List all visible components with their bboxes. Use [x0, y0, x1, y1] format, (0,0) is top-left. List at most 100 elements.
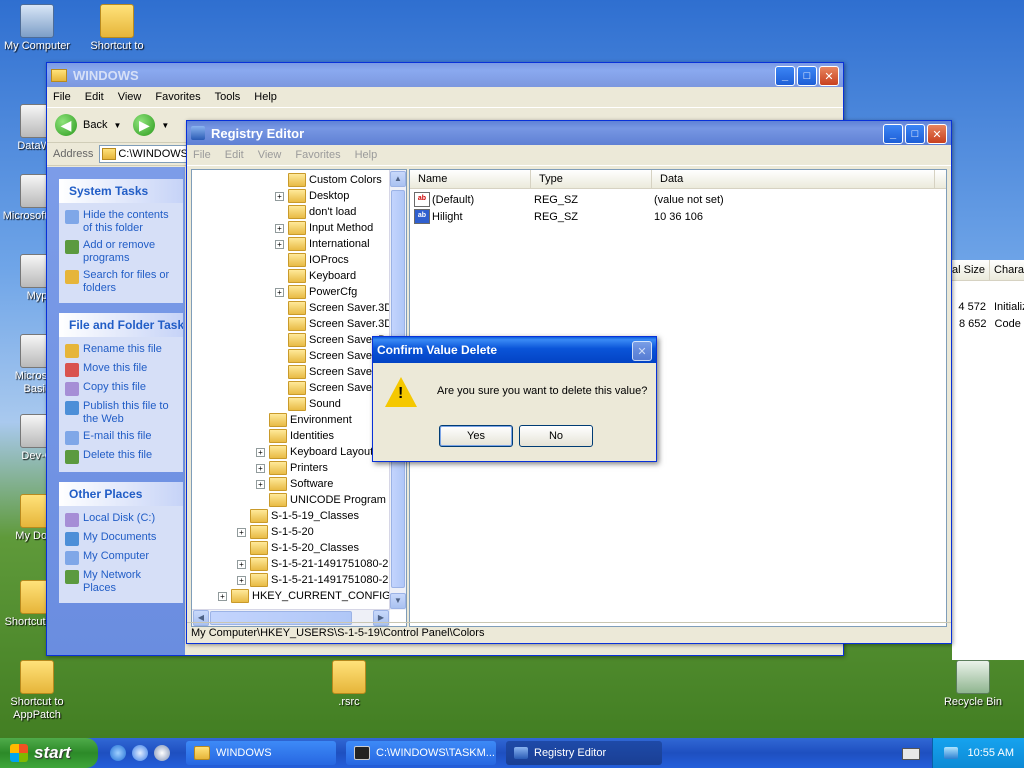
- task-link[interactable]: Rename this file: [59, 341, 183, 360]
- desktop-icon[interactable]: Shortcut to AppPatch: [0, 660, 74, 722]
- menu-item[interactable]: View: [118, 91, 142, 103]
- expand-icon[interactable]: +: [256, 479, 265, 489]
- tree-node[interactable]: Custom Colors: [275, 172, 382, 188]
- task-panel-title[interactable]: File and Folder Tasks: [59, 313, 183, 337]
- task-link[interactable]: Copy this file: [59, 379, 183, 398]
- tree-node[interactable]: Environment: [256, 412, 352, 428]
- tree-node[interactable]: Screen Saver: [275, 380, 376, 396]
- maximize-button[interactable]: □: [797, 66, 817, 86]
- tree-node[interactable]: Screen Saver.3D: [275, 316, 392, 332]
- tree-node[interactable]: S-1-5-20_Classes: [237, 540, 359, 556]
- browser-icon[interactable]: [132, 745, 148, 761]
- menu-item[interactable]: Help: [254, 91, 277, 103]
- chevron-down-icon[interactable]: ▼: [113, 121, 121, 130]
- tree-node[interactable]: Sound: [275, 396, 341, 412]
- menu-item[interactable]: Tools: [215, 91, 241, 103]
- tree-node[interactable]: + S-1-5-21-1491751080-2: [237, 572, 388, 588]
- tree-node[interactable]: Screen Saver.3D: [275, 300, 392, 316]
- column-header-size[interactable]: al Size: [952, 260, 991, 280]
- keyboard-icon[interactable]: [902, 748, 920, 760]
- tree-node[interactable]: + S-1-5-21-1491751080-2: [237, 556, 388, 572]
- menu-item[interactable]: Favorites: [155, 91, 200, 103]
- expand-icon[interactable]: +: [237, 575, 246, 585]
- column-header-chara[interactable]: Chara: [990, 260, 1024, 280]
- minimize-button[interactable]: _: [883, 124, 903, 144]
- task-link[interactable]: Local Disk (C:): [59, 510, 183, 529]
- expand-icon[interactable]: +: [275, 223, 284, 233]
- expand-icon[interactable]: +: [275, 191, 284, 201]
- tree-node[interactable]: Screen Saver: [275, 364, 376, 380]
- tree-node[interactable]: + Printers: [256, 460, 328, 476]
- task-taskmgr-cmd[interactable]: C:\WINDOWS\TASKM...: [346, 741, 496, 765]
- task-link[interactable]: Search for files or folders: [59, 267, 183, 297]
- scroll-down-icon[interactable]: ▼: [390, 593, 406, 609]
- expand-icon[interactable]: +: [218, 591, 227, 601]
- tree-node[interactable]: S-1-5-19_Classes: [237, 508, 359, 524]
- column-header-data[interactable]: Data: [652, 170, 935, 188]
- tree-node[interactable]: + International: [275, 236, 370, 252]
- tree-node[interactable]: don't load: [275, 204, 356, 220]
- tree-node[interactable]: Screen Saver.B: [275, 332, 385, 348]
- close-button[interactable]: ✕: [632, 341, 652, 361]
- start-button[interactable]: start: [0, 738, 98, 768]
- task-link[interactable]: Hide the contents of this folder: [59, 207, 183, 237]
- task-registry-editor[interactable]: Registry Editor: [506, 741, 662, 765]
- tree-node[interactable]: Keyboard: [275, 268, 356, 284]
- task-link[interactable]: My Documents: [59, 529, 183, 548]
- task-panel-title[interactable]: System Tasks: [59, 179, 183, 203]
- value-row[interactable]: ab Hilight REG_SZ 10 36 106: [410, 208, 946, 225]
- confirm-value-delete-dialog[interactable]: Confirm Value Delete ✕ ! Are you sure yo…: [372, 336, 657, 462]
- expand-icon[interactable]: +: [256, 447, 265, 457]
- expand-icon[interactable]: +: [256, 463, 265, 473]
- minimize-button[interactable]: _: [775, 66, 795, 86]
- forward-arrow-icon[interactable]: ▶: [133, 114, 156, 136]
- maximize-button[interactable]: □: [905, 124, 925, 144]
- desktop-icon[interactable]: My Computer: [0, 4, 74, 53]
- explorer-titlebar[interactable]: WINDOWS _ □ ✕: [47, 63, 843, 87]
- tree-node[interactable]: + Software: [256, 476, 333, 492]
- menu-item[interactable]: Edit: [85, 91, 104, 103]
- column-header-name[interactable]: Name: [410, 170, 531, 188]
- menu-item[interactable]: Help: [355, 149, 378, 161]
- tree-node[interactable]: Screen Saver: [275, 348, 376, 364]
- menu-item[interactable]: File: [53, 91, 71, 103]
- task-panel-title[interactable]: Other Places: [59, 482, 183, 506]
- expand-icon[interactable]: +: [275, 287, 284, 297]
- tree-node[interactable]: UNICODE Program G: [256, 492, 398, 508]
- back-arrow-icon[interactable]: ◀: [55, 114, 77, 136]
- desktop-icon[interactable]: Recycle Bin: [936, 660, 1010, 709]
- column-header-type[interactable]: Type: [531, 170, 652, 188]
- tree-node[interactable]: IOProcs: [275, 252, 349, 268]
- tree-node[interactable]: + Desktop: [275, 188, 349, 204]
- close-button[interactable]: ✕: [819, 66, 839, 86]
- expand-icon[interactable]: +: [237, 559, 246, 569]
- menu-item[interactable]: File: [193, 149, 211, 161]
- tree-node[interactable]: + S-1-5-20: [237, 524, 314, 540]
- internet-explorer-icon[interactable]: [110, 745, 126, 761]
- task-link[interactable]: Publish this file to the Web: [59, 398, 183, 428]
- clock[interactable]: 10:55 AM: [968, 747, 1014, 759]
- tree-node[interactable]: + Input Method: [275, 220, 373, 236]
- menu-item[interactable]: View: [258, 149, 282, 161]
- scroll-up-icon[interactable]: ▲: [390, 171, 406, 187]
- task-link[interactable]: Add or remove programs: [59, 237, 183, 267]
- back-button-label[interactable]: Back: [83, 119, 107, 131]
- menu-item[interactable]: Favorites: [295, 149, 340, 161]
- tree-node[interactable]: Identities: [256, 428, 334, 444]
- tree-node[interactable]: + PowerCfg: [275, 284, 357, 300]
- task-windows[interactable]: WINDOWS: [186, 741, 336, 765]
- regedit-titlebar[interactable]: Registry Editor _ □ ✕: [187, 121, 951, 145]
- yes-button[interactable]: Yes: [439, 425, 513, 447]
- expand-icon[interactable]: +: [237, 527, 246, 537]
- tree-node[interactable]: + Keyboard Layout: [256, 444, 373, 460]
- task-link[interactable]: Delete this file: [59, 447, 183, 466]
- network-icon[interactable]: [943, 747, 958, 759]
- dialog-titlebar[interactable]: Confirm Value Delete ✕: [373, 337, 656, 363]
- close-button[interactable]: ✕: [927, 124, 947, 144]
- task-link[interactable]: Move this file: [59, 360, 183, 379]
- task-link[interactable]: My Network Places: [59, 567, 183, 597]
- desktop-icon[interactable]: .rsrc: [312, 660, 386, 709]
- task-link[interactable]: My Computer: [59, 548, 183, 567]
- chevron-down-icon[interactable]: ▼: [161, 121, 169, 130]
- tree-node[interactable]: + HKEY_CURRENT_CONFIG: [218, 588, 391, 604]
